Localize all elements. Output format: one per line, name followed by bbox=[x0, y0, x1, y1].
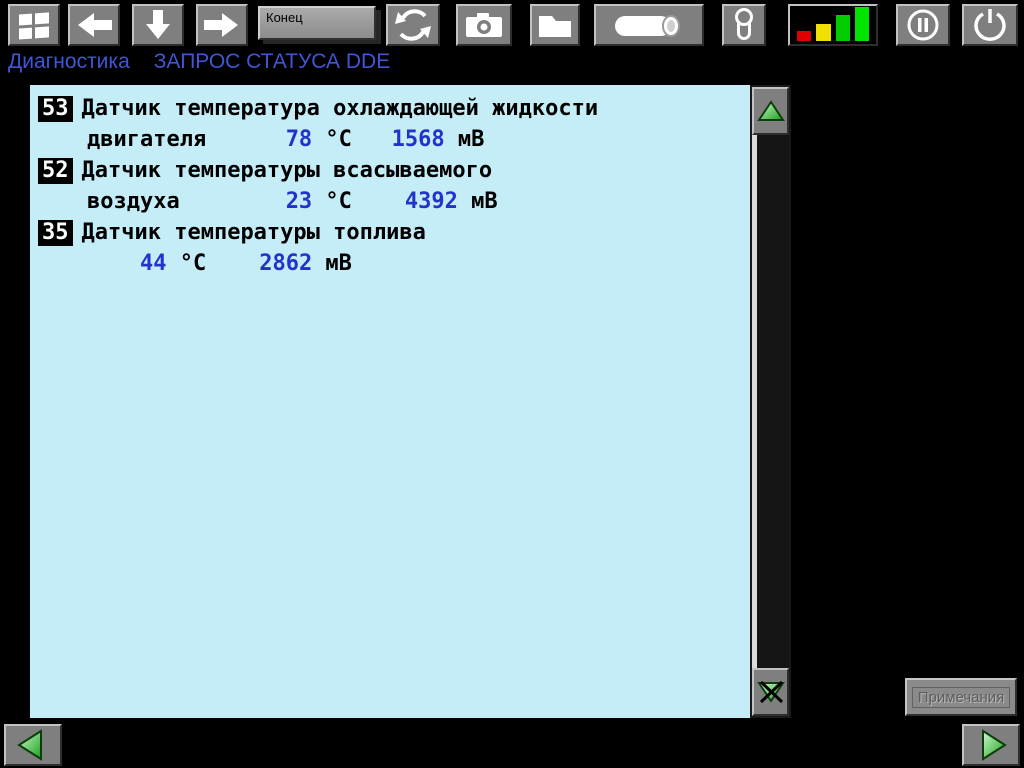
probe-icon bbox=[726, 6, 762, 44]
scroll-up-icon bbox=[756, 98, 786, 124]
scroll-up-button[interactable] bbox=[752, 87, 789, 135]
reading-row: 35Датчик температуры топлива 44 °C 2862 … bbox=[38, 217, 742, 279]
fault-code-badge: 52 bbox=[38, 158, 73, 184]
status-field[interactable]: Конец bbox=[258, 6, 376, 40]
scroll-down-icon bbox=[756, 679, 786, 705]
reading-row: 52Датчик температуры всасываемого воздух… bbox=[38, 155, 742, 217]
readings-panel: 53Датчик температура охлаждающей жидкост… bbox=[30, 85, 750, 718]
power-icon bbox=[968, 7, 1012, 43]
titlebar: Диагностика ЗАПРОС СТАТУСА DDE bbox=[8, 50, 390, 74]
refresh-button[interactable] bbox=[386, 4, 440, 46]
power-button[interactable] bbox=[962, 4, 1018, 46]
battery-cylinder-icon bbox=[601, 7, 697, 43]
camera-button[interactable] bbox=[456, 4, 512, 46]
down-arrow-icon bbox=[140, 6, 176, 44]
windows-logo-icon bbox=[12, 6, 56, 44]
left-arrow-icon bbox=[70, 7, 118, 43]
sensor-values-line: двигателя 78 °C 1568 мВ bbox=[38, 124, 742, 155]
notes-button-label: Примечания bbox=[912, 687, 1011, 708]
signal-bars bbox=[790, 6, 876, 44]
camera-icon bbox=[460, 7, 508, 43]
folder-button[interactable] bbox=[530, 4, 580, 46]
pause-button[interactable] bbox=[896, 4, 950, 46]
next-page-button[interactable] bbox=[962, 724, 1020, 766]
sensor-values-line: воздуха 23 °C 4392 мВ bbox=[38, 186, 742, 217]
signal-bar bbox=[797, 31, 811, 41]
back-button[interactable] bbox=[68, 4, 120, 46]
fault-code-badge: 35 bbox=[38, 220, 73, 246]
page-title: ЗАПРОС СТАТУСА DDE bbox=[154, 50, 390, 74]
sensor-name-line: 53Датчик температура охлаждающей жидкост… bbox=[38, 93, 742, 124]
scroll-down-button[interactable] bbox=[752, 668, 789, 716]
sensor-values-line: 44 °C 2862 мВ bbox=[38, 248, 742, 279]
refresh-icon bbox=[391, 5, 435, 45]
prev-arrow-icon bbox=[13, 727, 53, 763]
reading-row: 53Датчик температура охлаждающей жидкост… bbox=[38, 93, 742, 155]
next-arrow-icon bbox=[971, 727, 1011, 763]
signal-indicator bbox=[788, 4, 878, 46]
forward-button[interactable] bbox=[196, 4, 248, 46]
windows-logo-button[interactable] bbox=[8, 4, 60, 46]
scrollbar-track[interactable] bbox=[752, 135, 789, 668]
signal-bar bbox=[816, 24, 830, 41]
notes-button[interactable]: Примечания bbox=[905, 678, 1017, 716]
app-title: Диагностика bbox=[8, 50, 130, 74]
screen: Конец bbox=[0, 0, 1024, 768]
fault-code-badge: 53 bbox=[38, 96, 73, 122]
prev-page-button[interactable] bbox=[4, 724, 62, 766]
signal-bar bbox=[836, 15, 850, 41]
down-button[interactable] bbox=[132, 4, 184, 46]
pause-icon bbox=[901, 7, 945, 43]
probe-button[interactable] bbox=[722, 4, 766, 46]
scrollbar bbox=[750, 85, 791, 718]
folder-icon bbox=[533, 7, 577, 43]
sensor-name-line: 52Датчик температуры всасываемого bbox=[38, 155, 742, 186]
battery-button[interactable] bbox=[594, 4, 704, 46]
right-arrow-icon bbox=[198, 7, 246, 43]
sensor-name-line: 35Датчик температуры топлива bbox=[38, 217, 742, 248]
signal-bar bbox=[855, 7, 869, 41]
